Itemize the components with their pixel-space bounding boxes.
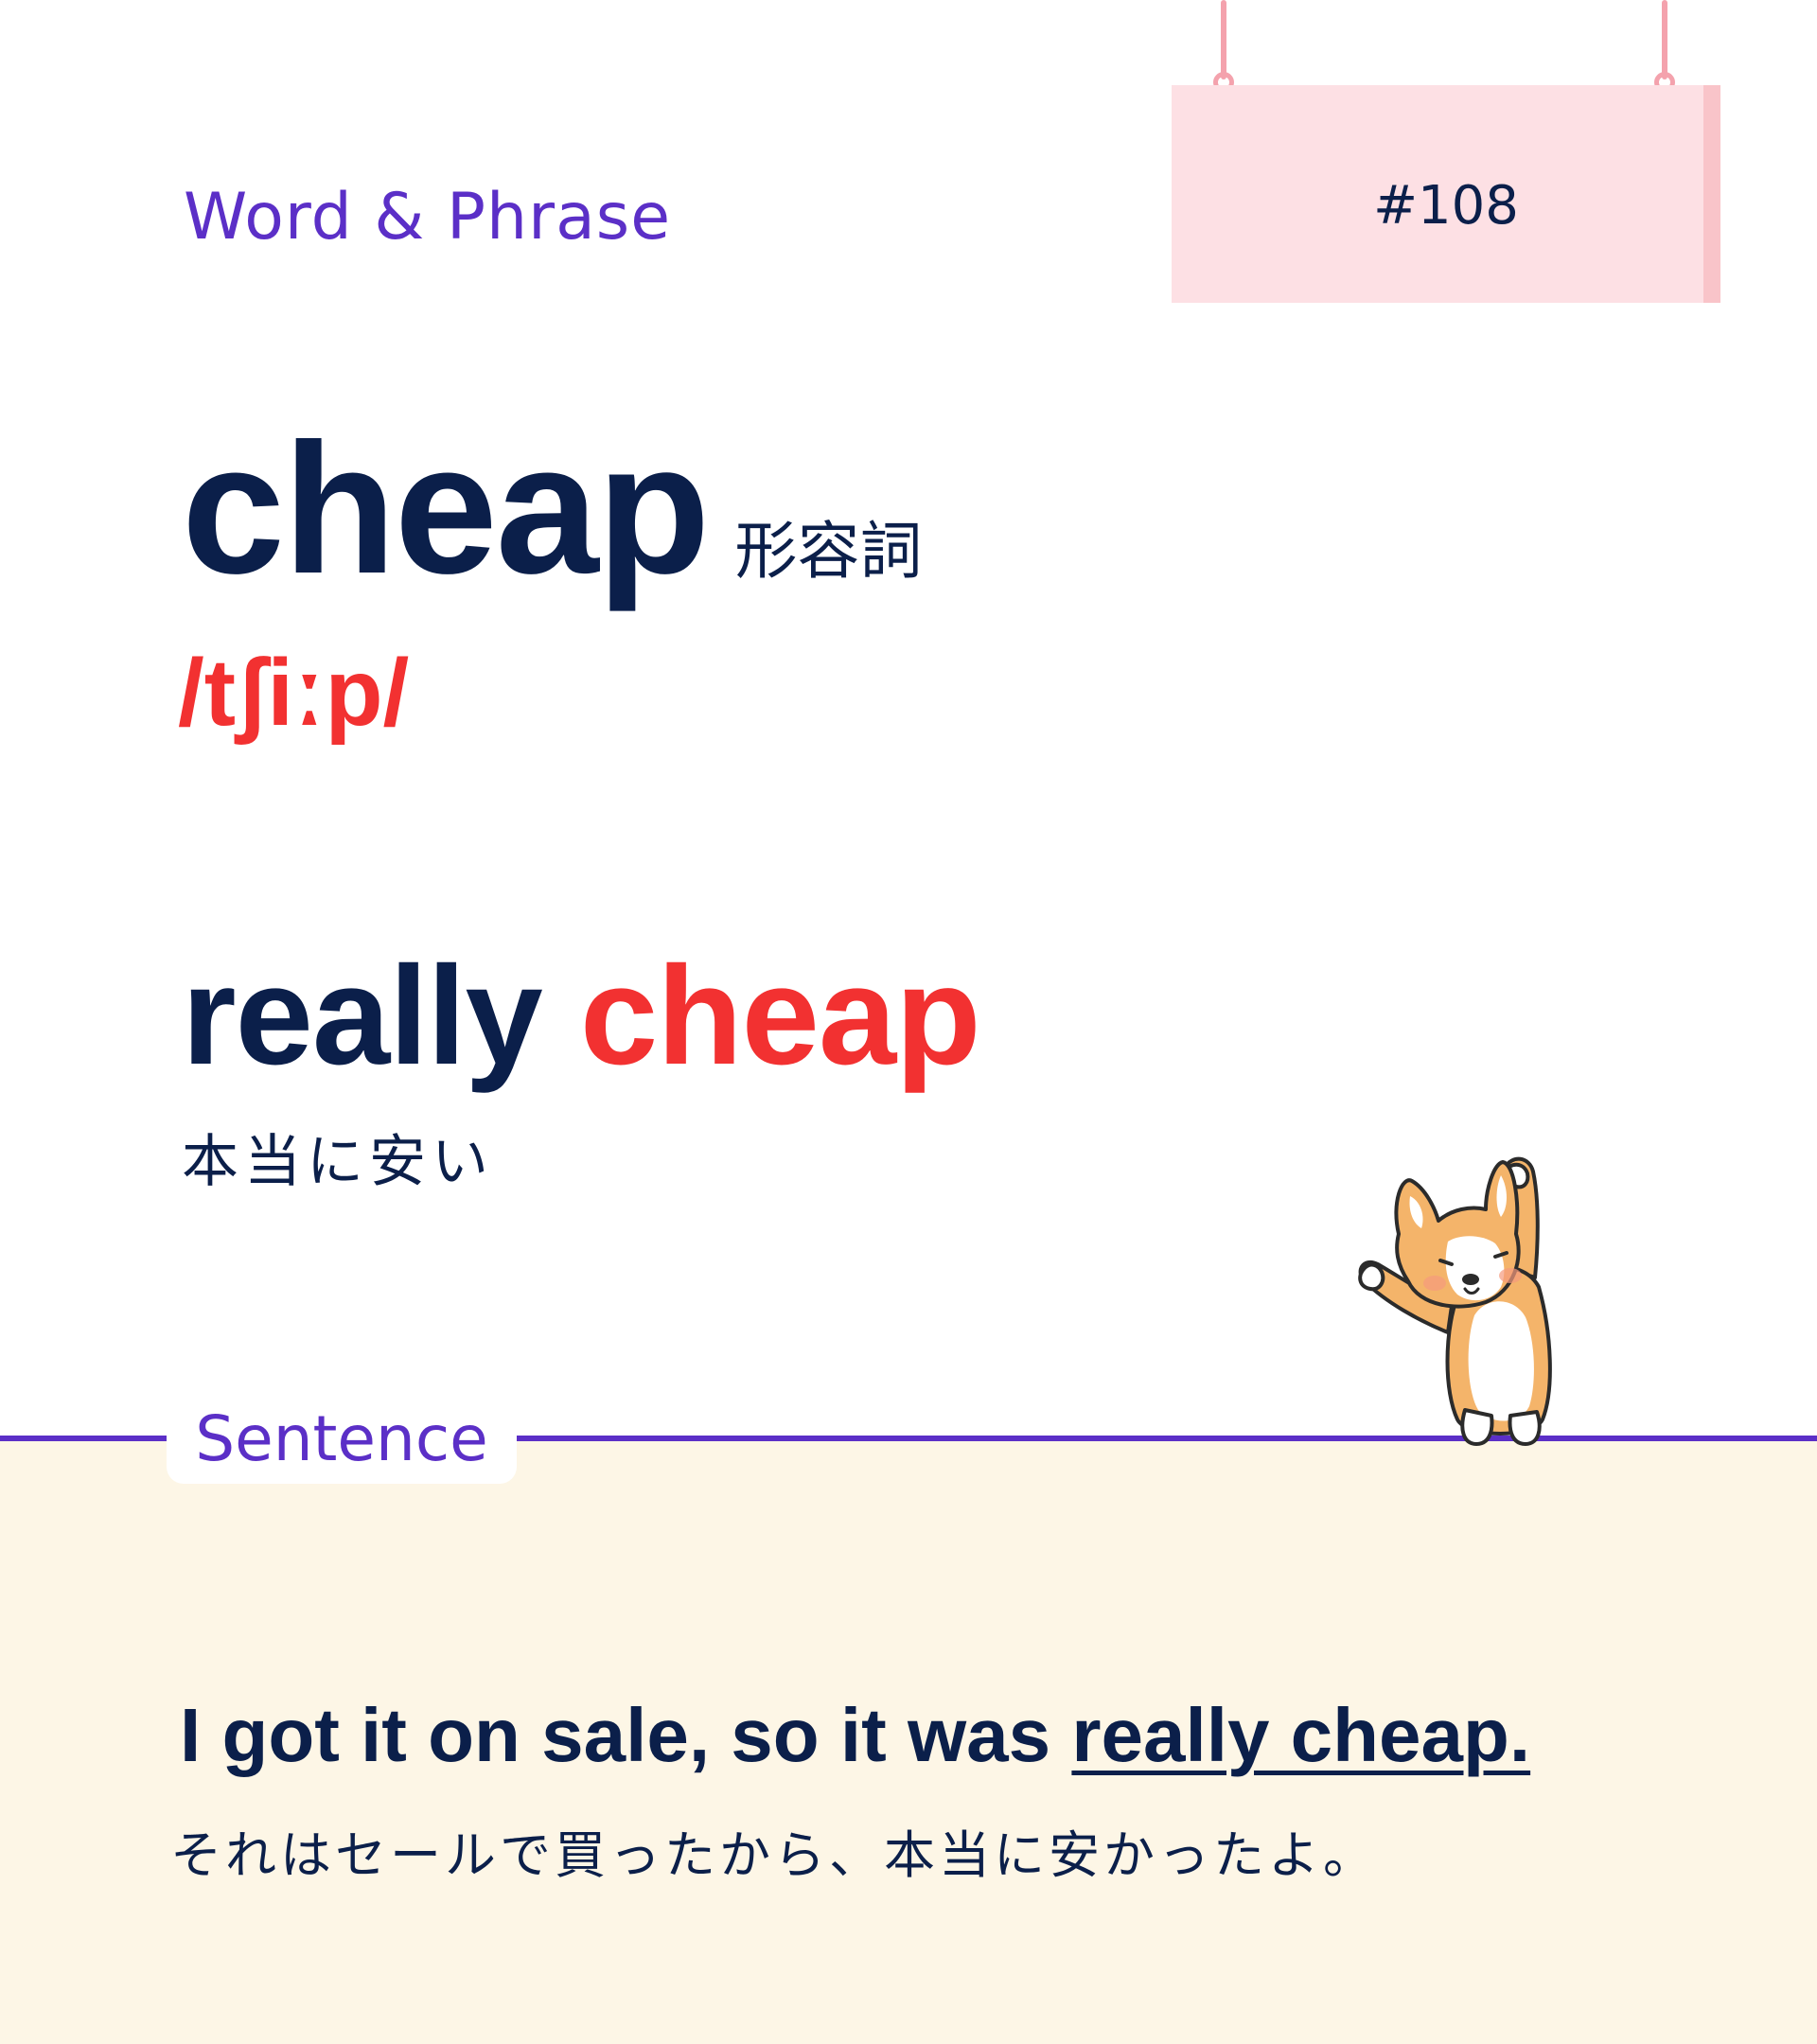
phrase: really cheap (182, 946, 981, 1086)
section-label: Word & Phrase (184, 180, 672, 255)
example-sentence-translation: それはセールで買ったから、本当に安かったよ。 (170, 1825, 1378, 1885)
sentence-tab: Sentence (167, 1397, 517, 1484)
phrase-part-2: cheap (579, 938, 981, 1094)
example-sentence: I got it on sale, so it was really cheap… (180, 1698, 1530, 1773)
word-row: cheap 形容詞 (182, 416, 922, 602)
example-sentence-highlight: really cheap. (1071, 1693, 1531, 1777)
phrase-translation: 本当に安い (182, 1129, 494, 1195)
corgi-waving-icon (1358, 1156, 1552, 1446)
number-sign: #108 (1172, 0, 1720, 303)
sign-string-right (1662, 0, 1667, 79)
headword: cheap (182, 405, 710, 612)
phonetic: /tʃiːp/ (178, 640, 410, 746)
example-sentence-text: I got it on sale, so it was (180, 1693, 1072, 1777)
entry-number: #108 (1373, 175, 1519, 237)
phrase-part-1: really (182, 938, 543, 1094)
part-of-speech: 形容詞 (734, 515, 923, 588)
sentence-label: Sentence (195, 1402, 488, 1475)
sign-string-left (1221, 0, 1226, 79)
